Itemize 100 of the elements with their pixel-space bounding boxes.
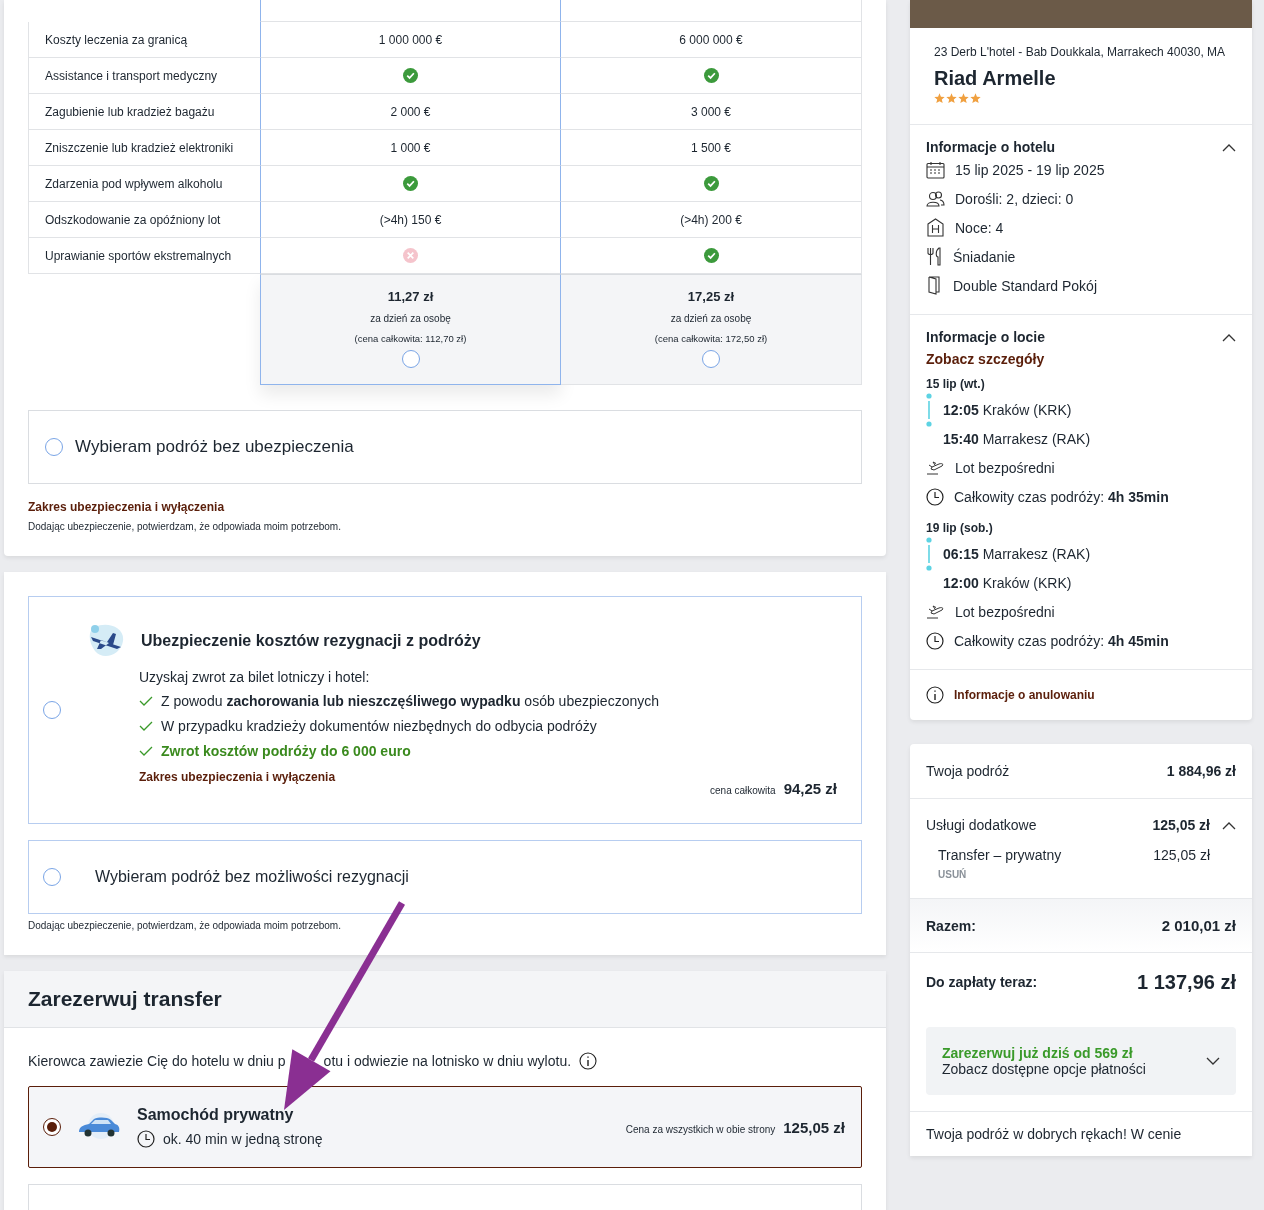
row-label: Zniszczenie lub kradzież elektroniki <box>45 140 234 155</box>
summary-label: Twoja podróż <box>926 763 1010 779</box>
transfer-duration: ok. 40 min w jedną stronę <box>163 1131 323 1147</box>
clock-icon <box>926 631 944 650</box>
chevron-icon[interactable] <box>1222 820 1236 830</box>
section-title: Informacje o locie <box>926 329 1046 345</box>
extra-name: Transfer – prywatny <box>938 847 1063 863</box>
route-line-icon <box>926 536 932 571</box>
hotel-detail: Double Standard Pokój <box>953 277 1097 294</box>
extra-price: 125,05 zł <box>1153 847 1210 863</box>
transfer-price: 125,05 zł <box>783 1118 845 1136</box>
total-price: (cena całkowita: 172,50 zł) <box>654 333 768 344</box>
flight-type: Lot bezpośredni <box>955 603 1055 620</box>
price-label: Cena za wszystkich w obie strony <box>625 1123 776 1135</box>
cancellation-info-link[interactable]: Informacje o anulowaniu <box>954 688 1095 702</box>
cancellation-price: 94,25 zł <box>783 780 837 797</box>
cancellation-title: Ubezpieczenie kosztów rezygnacji z podróży <box>141 632 481 650</box>
plan-price: 17,25 zł <box>687 289 735 304</box>
hotel-icon <box>926 218 945 237</box>
chevron-icon[interactable] <box>1222 332 1236 342</box>
summary-value: 2 010,01 zł <box>1161 917 1236 934</box>
door-icon <box>926 276 943 295</box>
transfer-name: Samochód prywatny <box>137 1106 295 1124</box>
info-icon[interactable] <box>926 686 944 704</box>
terms-link[interactable]: Zakres ubezpieczenia i wyłączenia <box>139 770 336 784</box>
section-title: Informacje o hotelu <box>926 139 1056 155</box>
row-label: Koszty leczenia za granicą <box>45 32 188 47</box>
radio-button[interactable] <box>401 350 420 368</box>
trust-text: Twoja podróż w dobrych rękach! W cenie <box>910 1111 1252 1156</box>
row-label: Zagubienie lub kradzież bagażu <box>45 104 215 119</box>
cutlery-icon <box>926 247 943 266</box>
radio-button[interactable] <box>45 438 63 456</box>
calendar-icon <box>926 160 945 179</box>
row-label: Zdarzenia pod wpływem alkoholu <box>45 176 223 191</box>
hotel-address: 23 Derb L'hotel - Bab Doukkala, Marrakech 40030, MA <box>934 44 1227 61</box>
summary-label: Do zapłaty teraz: <box>926 974 1038 990</box>
radio-button[interactable] <box>43 868 61 886</box>
radio-button[interactable] <box>702 350 720 368</box>
no-insurance-option[interactable]: Wybieram podróż bez ubezpieczenia <box>28 410 862 484</box>
terms-link[interactable]: Zakres ubezpieczenia i wyłączenia <box>28 500 225 514</box>
chevron-icon[interactable] <box>1206 1056 1220 1066</box>
row-label: Odszkodowanie za opóźniony lot <box>45 212 221 227</box>
hotel-detail: Noce: 4 <box>955 219 1004 236</box>
plan-price: 11,27 zł <box>387 289 434 304</box>
transfer-description: otu i odwiezie na lotnisko w dniu wylotu. <box>323 1053 572 1069</box>
radio-button[interactable] <box>43 701 61 719</box>
no-cancellation-option[interactable]: Wybieram podróż bez możliwości rezygnacji <box>28 840 862 914</box>
row-label: Assistance i transport medyczny <box>45 68 218 83</box>
flight-arrival: 15:40 Marrakesz (RAK) <box>943 430 1091 447</box>
row-label: Uprawianie sportów ekstremalnych <box>45 248 232 263</box>
radio-button[interactable] <box>43 1118 61 1136</box>
summary-value: 125,05 zł <box>1152 817 1210 833</box>
consent-note: Dodając ubezpieczenie, potwierdzam, że odpowiada moim potrzebom. <box>28 920 342 931</box>
clock-icon <box>137 1130 155 1148</box>
summary-value: 1 884,96 zł <box>1166 763 1236 779</box>
table-cell: 3 000 € <box>690 104 731 119</box>
summary-label: Razem: <box>926 917 976 934</box>
benefit-text: W przypadku kradzieży dokumentów niezbędnych do odbycia podróży <box>161 718 597 734</box>
hotel-detail: Śniadanie <box>953 248 1016 265</box>
payment-promo: Zarezerwuj już dziś od 569 zł <box>942 1045 1134 1061</box>
transfer-title: Zarezerwuj transfer <box>28 987 223 1011</box>
flight-type: Lot bezpośredni <box>955 459 1055 476</box>
car-icon <box>77 1112 121 1142</box>
flight-date: 19 lip (sob.) <box>926 521 994 535</box>
check-icon <box>139 746 153 756</box>
details-link[interactable]: Zobacz szczegóły <box>926 351 1236 367</box>
flight-duration: Całkowity czas podróży: 4h 35min <box>954 488 1169 505</box>
flight-duration: Całkowity czas podróży: 4h 45min <box>954 632 1169 649</box>
price-unit: za dzień za osobę <box>670 313 752 324</box>
payment-options-text: Zobacz dostępne opcje płatności <box>942 1061 1146 1077</box>
price-unit: za dzień za osobę <box>370 313 451 324</box>
benefit-text: Zwrot kosztów podróży do 6 000 euro <box>161 743 411 759</box>
plane-icon <box>926 604 945 619</box>
check-icon <box>139 721 153 731</box>
table-cell: 2 000 € <box>390 104 431 119</box>
payment-options-panel[interactable]: Zarezerwuj już dziś od 569 zł Zobacz dostępne opcje płatności <box>926 1027 1236 1095</box>
people-icon <box>926 190 945 207</box>
table-cell: (>4h) 150 € <box>379 212 442 227</box>
benefit-text: Z powodu zachorowania lub nieszczęśliwego wypadku osób ubezpieczonych <box>161 693 659 709</box>
check-icon <box>139 696 153 706</box>
route-line-icon <box>926 392 932 427</box>
chevron-icon[interactable] <box>1222 142 1236 152</box>
clock-icon <box>926 487 944 506</box>
hotel-detail: Dorośli: 2, dzieci: 0 <box>955 190 1074 207</box>
summary-value: 1 137,96 zł <box>1137 970 1236 994</box>
plane-icon <box>926 460 945 475</box>
table-cell: 1 500 € <box>690 140 731 155</box>
info-icon[interactable] <box>578 1052 597 1070</box>
consent-note: Dodając ubezpieczenie, potwierdzam, że odpowiada moim potrzebom. <box>28 521 342 532</box>
flight-arrival: 12:00 Kraków (KRK) <box>943 574 1072 591</box>
hotel-detail: 15 lip 2025 - 19 lip 2025 <box>955 161 1105 178</box>
price-label: cena całkowita <box>710 785 776 796</box>
summary-label: Usługi dodatkowe <box>926 817 1037 833</box>
transfer-description: Kierowca zawiezie Cię do hotelu w dniu p <box>28 1053 286 1069</box>
table-cell: 1 000 000 € <box>378 32 443 47</box>
table-cell: 1 000 € <box>390 140 431 155</box>
hotel-name: Riad Armelle <box>934 67 1057 90</box>
cancellation-intro: Uzyskaj zwrot za bilet lotniczy i hotel: <box>139 669 371 685</box>
table-cell: (>4h) 200 € <box>680 212 742 227</box>
transfer-option[interactable]: Samochód prywatny ok. 40 min w jedną stronę Cena za wszystkich w obie strony 125,05 zł <box>28 1086 862 1168</box>
